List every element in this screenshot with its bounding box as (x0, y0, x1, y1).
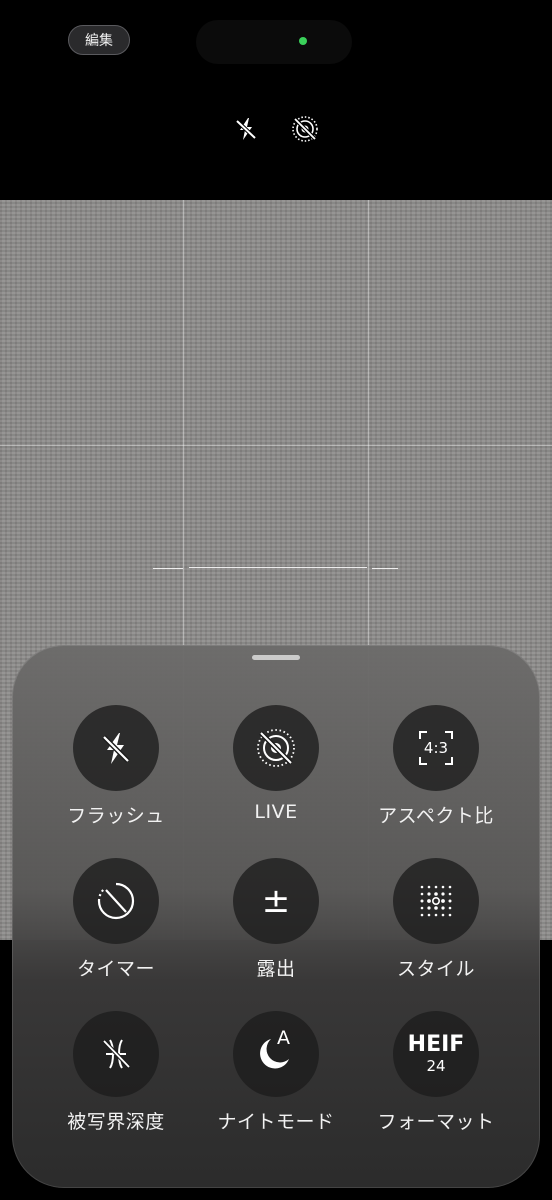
top-bar: 編集 (0, 0, 552, 200)
aspect-ratio-button[interactable]: 4:3 (393, 705, 479, 791)
exposure-button[interactable]: ± (233, 858, 319, 944)
live-photo-off-icon (255, 727, 297, 769)
live-button[interactable] (233, 705, 319, 791)
depth-of-field-icon (96, 1034, 136, 1074)
control-label: アスペクト比 (378, 805, 494, 827)
control-night-mode[interactable]: A ナイトモード (201, 1011, 351, 1134)
control-label: 露出 (256, 958, 296, 980)
control-aspect-ratio[interactable]: 4:3 アスペクト比 (361, 705, 511, 828)
control-label: フォーマット (377, 1111, 495, 1133)
format-button[interactable]: HEIF 24 (393, 1011, 479, 1097)
timer-off-icon (96, 881, 136, 921)
level-indicator (189, 567, 367, 568)
grid-line (0, 445, 552, 446)
control-label: ナイトモード (217, 1111, 335, 1133)
camera-in-use-indicator (299, 37, 307, 45)
level-indicator (153, 568, 183, 569)
night-mode-auto-icon: A (277, 1027, 290, 1049)
live-photo-off-icon[interactable] (291, 115, 319, 143)
camera-controls-sheet: フラッシュ LIVE 4:3 アスペクト比 タイマー ± 露出 スタイル 被写界… (12, 645, 540, 1188)
style-icon (416, 881, 456, 921)
format-value-sub: 24 (426, 1057, 446, 1075)
timer-button[interactable] (73, 858, 159, 944)
exposure-icon: ± (261, 881, 291, 921)
aspect-ratio-value: 4:3 (423, 739, 449, 757)
level-indicator (372, 568, 398, 569)
flash-off-icon (96, 728, 136, 768)
sheet-handle[interactable] (252, 655, 300, 660)
control-label: タイマー (76, 958, 155, 980)
control-depth[interactable]: 被写界深度 (41, 1011, 191, 1134)
style-button[interactable] (393, 858, 479, 944)
control-label: スタイル (396, 958, 475, 980)
control-flash[interactable]: フラッシュ (41, 705, 191, 828)
depth-button[interactable] (73, 1011, 159, 1097)
control-timer[interactable]: タイマー (41, 858, 191, 981)
control-style[interactable]: スタイル (361, 858, 511, 981)
format-value: HEIF (407, 1032, 465, 1057)
control-format[interactable]: HEIF 24 フォーマット (361, 1011, 511, 1134)
night-mode-button[interactable]: A (233, 1011, 319, 1097)
edit-button[interactable]: 編集 (68, 25, 130, 55)
control-label: フラッシュ (67, 805, 165, 827)
control-exposure[interactable]: ± 露出 (201, 858, 351, 981)
flash-off-icon[interactable] (232, 115, 260, 143)
control-label: 被写界深度 (67, 1111, 165, 1133)
control-label: LIVE (254, 801, 298, 823)
flash-button[interactable] (73, 705, 159, 791)
control-live[interactable]: LIVE (201, 705, 351, 823)
dynamic-island (196, 20, 352, 64)
